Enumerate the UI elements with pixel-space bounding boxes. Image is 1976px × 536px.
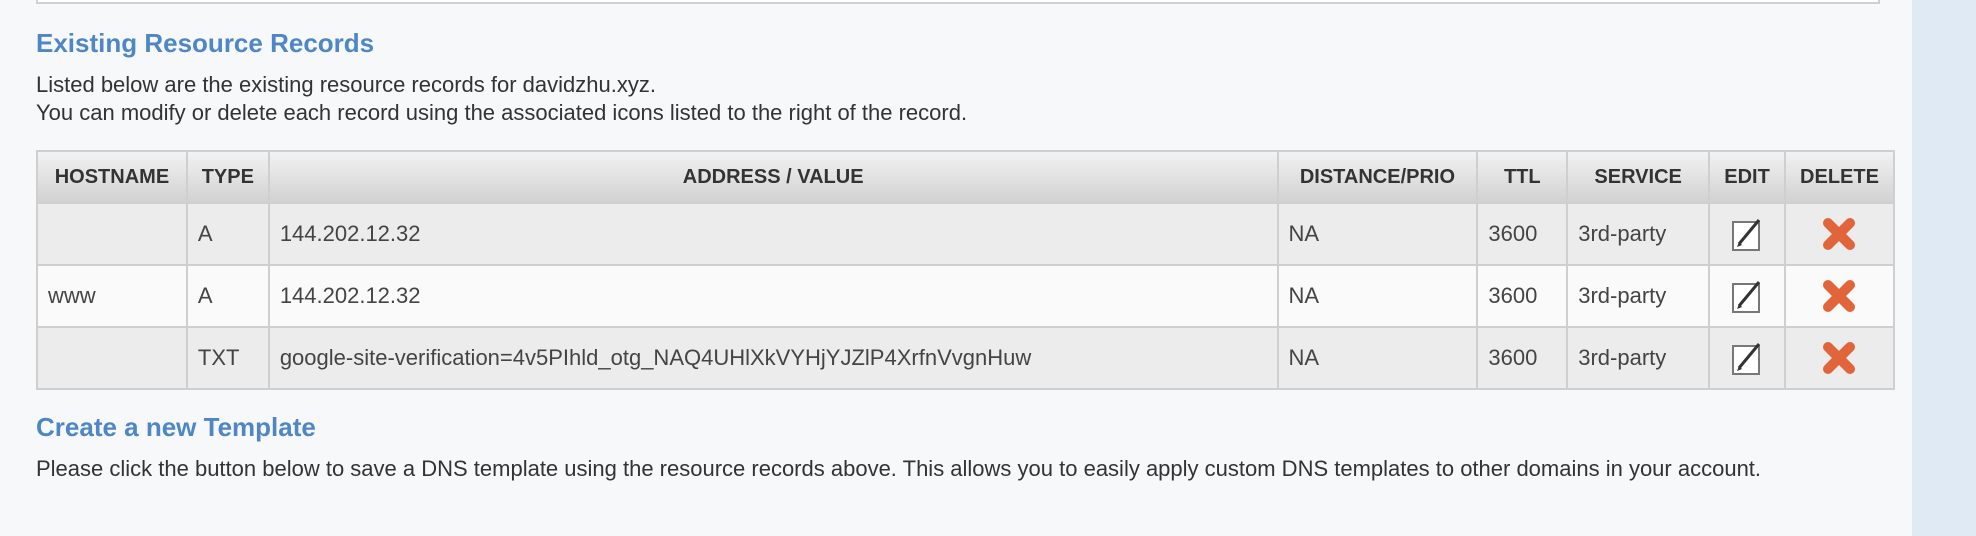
edit-pencil-icon[interactable] bbox=[1730, 215, 1764, 253]
existing-records-description-1: Listed below are the existing resource r… bbox=[36, 72, 656, 97]
cell-type: TXT bbox=[185, 326, 270, 390]
edit-cell bbox=[1708, 264, 1786, 328]
delete-cell bbox=[1783, 264, 1896, 328]
cell-distance: NA bbox=[1276, 264, 1479, 328]
edit-cell bbox=[1708, 202, 1786, 266]
cell-hostname: www bbox=[36, 264, 188, 328]
table-row: A 144.202.12.32 NA 3600 3rd-party bbox=[36, 202, 1896, 266]
cell-address: 144.202.12.32 bbox=[267, 202, 1279, 266]
delete-x-icon[interactable] bbox=[1819, 338, 1859, 378]
edit-pencil-icon[interactable] bbox=[1730, 277, 1764, 315]
cell-service: 3rd-party bbox=[1566, 202, 1711, 266]
delete-x-icon[interactable] bbox=[1819, 276, 1859, 316]
cell-hostname bbox=[36, 202, 188, 266]
existing-records-title: Existing Resource Records bbox=[36, 28, 375, 58]
table-header-row: HOSTNAME TYPE ADDRESS / VALUE DISTANCE/P… bbox=[36, 150, 1896, 204]
header-hostname: HOSTNAME bbox=[36, 150, 188, 204]
cell-hostname bbox=[36, 326, 188, 390]
header-delete: DELETE bbox=[1783, 150, 1896, 204]
previous-section-box bbox=[36, 0, 1880, 4]
right-side-panel bbox=[1912, 0, 1976, 536]
edit-cell bbox=[1708, 326, 1786, 390]
header-distance: DISTANCE/PRIO bbox=[1276, 150, 1479, 204]
cell-address: 144.202.12.32 bbox=[267, 264, 1279, 328]
header-type: TYPE bbox=[185, 150, 270, 204]
header-service: SERVICE bbox=[1566, 150, 1711, 204]
existing-records-description-2: You can modify or delete each record usi… bbox=[36, 100, 968, 125]
cell-distance: NA bbox=[1276, 202, 1479, 266]
cell-type: A bbox=[185, 202, 270, 266]
cell-type: A bbox=[185, 264, 270, 328]
header-address: ADDRESS / VALUE bbox=[267, 150, 1279, 204]
delete-x-icon[interactable] bbox=[1819, 214, 1859, 254]
create-template-description: Please click the button below to save a … bbox=[36, 456, 1762, 481]
cell-address: google-site-verification=4v5PIhld_otg_NA… bbox=[267, 326, 1279, 390]
cell-service: 3rd-party bbox=[1566, 326, 1711, 390]
cell-ttl: 3600 bbox=[1476, 264, 1569, 328]
table-row: www A 144.202.12.32 NA 3600 3rd-party bbox=[36, 264, 1896, 328]
cell-distance: NA bbox=[1276, 326, 1479, 390]
header-edit: EDIT bbox=[1708, 150, 1786, 204]
delete-cell bbox=[1783, 326, 1896, 390]
delete-cell bbox=[1783, 202, 1896, 266]
table-row: TXT google-site-verification=4v5PIhld_ot… bbox=[36, 326, 1896, 390]
header-ttl: TTL bbox=[1476, 150, 1569, 204]
cell-ttl: 3600 bbox=[1476, 202, 1569, 266]
create-template-title: Create a new Template bbox=[36, 412, 316, 442]
edit-pencil-icon[interactable] bbox=[1730, 339, 1764, 377]
resource-records-table: HOSTNAME TYPE ADDRESS / VALUE DISTANCE/P… bbox=[36, 150, 1896, 390]
main-content: Existing Resource Records Listed below a… bbox=[0, 0, 1912, 536]
cell-service: 3rd-party bbox=[1566, 264, 1711, 328]
cell-ttl: 3600 bbox=[1476, 326, 1569, 390]
